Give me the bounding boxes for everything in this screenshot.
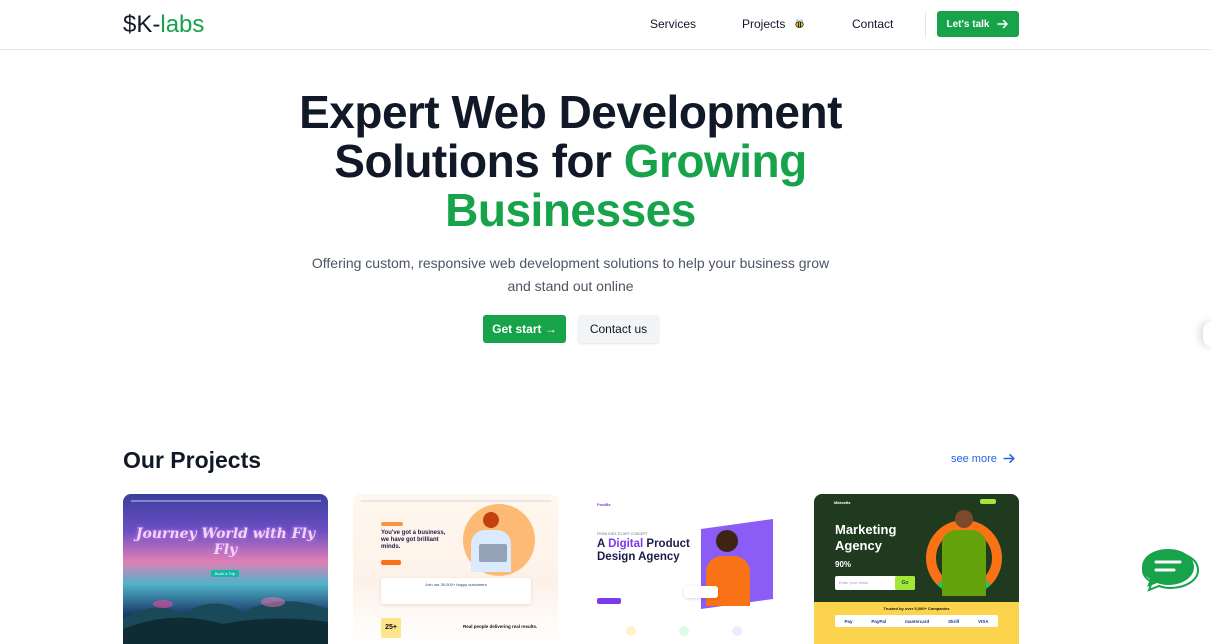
card-business-button: [381, 560, 401, 565]
card-marketing-logo-3: mastercard: [904, 618, 930, 624]
nav-projects-label: Projects: [742, 17, 786, 31]
card-design-heading: A Digital Product Design Agency: [597, 538, 707, 564]
card-design-badge: [684, 586, 718, 598]
get-start-button[interactable]: Get start →: [483, 315, 566, 343]
card-marketing-logo-5: VISA: [978, 618, 989, 624]
lets-talk-label: Let's talk: [946, 18, 990, 30]
card-business-laptop: [479, 544, 507, 562]
card-marketing-heading: Marketing Agency: [835, 522, 897, 553]
card-business-tag: [381, 522, 403, 526]
hero-heading-line1: Expert Web Development: [299, 86, 842, 138]
card-business-strip-text: Join our 30,000+ happy customers: [425, 582, 487, 587]
project-card-business[interactable]: You've got a business, we have got brill…: [353, 494, 558, 644]
card-business-caption: Real people delivering real results.: [463, 624, 538, 629]
card-design-heading-a: A: [597, 538, 609, 550]
bee-icon: [795, 19, 804, 28]
card-design-feature-icon-2: [679, 626, 689, 636]
card-design-brand: PostBe: [597, 502, 611, 507]
hero-heading-line2: Solutions for: [334, 135, 624, 187]
lets-talk-button[interactable]: Let's talk: [937, 11, 1019, 37]
side-scroll-handle[interactable]: [1203, 322, 1211, 346]
see-more-label: see more: [951, 452, 997, 465]
nav-services-link[interactable]: Services: [650, 17, 696, 31]
card-business-customers-strip: Join our 30,000+ happy customers: [381, 578, 531, 604]
card-business-heading: You've got a business, we have got brill…: [381, 530, 446, 550]
brand-logo-prefix: $K-: [123, 11, 161, 38]
hero-heading: Expert Web Development Solutions for Gro…: [0, 88, 1141, 235]
contact-us-button[interactable]: Contact us: [578, 315, 659, 343]
card-marketing-nav-button: [980, 499, 996, 504]
card-marketing-stat: 90%: [835, 560, 852, 569]
card-marketing-logo-4: Skrill: [948, 618, 960, 624]
chat-icon[interactable]: [1142, 546, 1206, 592]
card-marketing-logo-2: PayPal: [871, 618, 887, 624]
project-card-marketing[interactable]: Mkkrafts Marketing Agency 90% Enter your…: [814, 494, 1019, 644]
card-marketing-go-button: Go: [895, 576, 915, 590]
card-marketing-trusted-text: Trusted by over 5,000+ Companies: [883, 606, 950, 611]
card-design-button: [597, 598, 621, 604]
card-design-kicker: FROM IDEA TO ART CONCEPT: [597, 532, 648, 536]
hero-subtitle: Offering custom, responsive web developm…: [311, 255, 830, 294]
project-card-design-agency[interactable]: PostBe FROM IDEA TO ART CONCEPT A Digita…: [584, 494, 789, 644]
arrow-right-icon: [1003, 453, 1015, 464]
brand-logo-suffix: labs: [160, 11, 205, 38]
card-travel-button: Book a Trip: [211, 570, 239, 577]
nav-contact-link[interactable]: Contact: [852, 17, 893, 31]
projects-heading: Our Projects: [123, 447, 262, 473]
card-marketing-person-body: [942, 530, 986, 596]
see-more-link[interactable]: see more: [951, 452, 1016, 465]
hero-heading-line3: Businesses: [445, 184, 696, 236]
card-nav-bar: [131, 500, 321, 502]
card-design-feature-icon-3: [732, 626, 742, 636]
card-marketing-logo-strip: Pay PayPal mastercard Skrill VISA: [835, 615, 998, 627]
card-marketing-brand: Mkkrafts: [834, 500, 851, 505]
card-nav-bar: [361, 500, 551, 502]
project-card-travel[interactable]: Journey World with Fly Fly Book a Trip: [123, 494, 328, 644]
nav-divider: [925, 12, 926, 38]
top-navbar: $K-labs Services Projects Contact Let's …: [0, 0, 1211, 50]
hero-heading-highlight: Growing: [623, 135, 808, 187]
card-travel-heading: Journey World with Fly Fly: [135, 526, 316, 558]
card-travel-landscape: [123, 597, 328, 644]
card-marketing-logo-1: Pay: [844, 618, 853, 624]
card-business-person-head: [483, 512, 499, 528]
arrow-right-icon: [997, 19, 1009, 29]
card-business-badge: 25+: [381, 618, 401, 638]
brand-logo[interactable]: $K-labs: [123, 11, 204, 39]
card-marketing-person-head: [955, 510, 973, 528]
card-design-heading-b: Digital: [608, 538, 644, 550]
card-design-person-body: [706, 556, 750, 606]
nav-projects-link[interactable]: Projects: [742, 17, 806, 31]
card-design-feature-icon-1: [626, 626, 636, 636]
card-design-person-head: [716, 530, 738, 552]
